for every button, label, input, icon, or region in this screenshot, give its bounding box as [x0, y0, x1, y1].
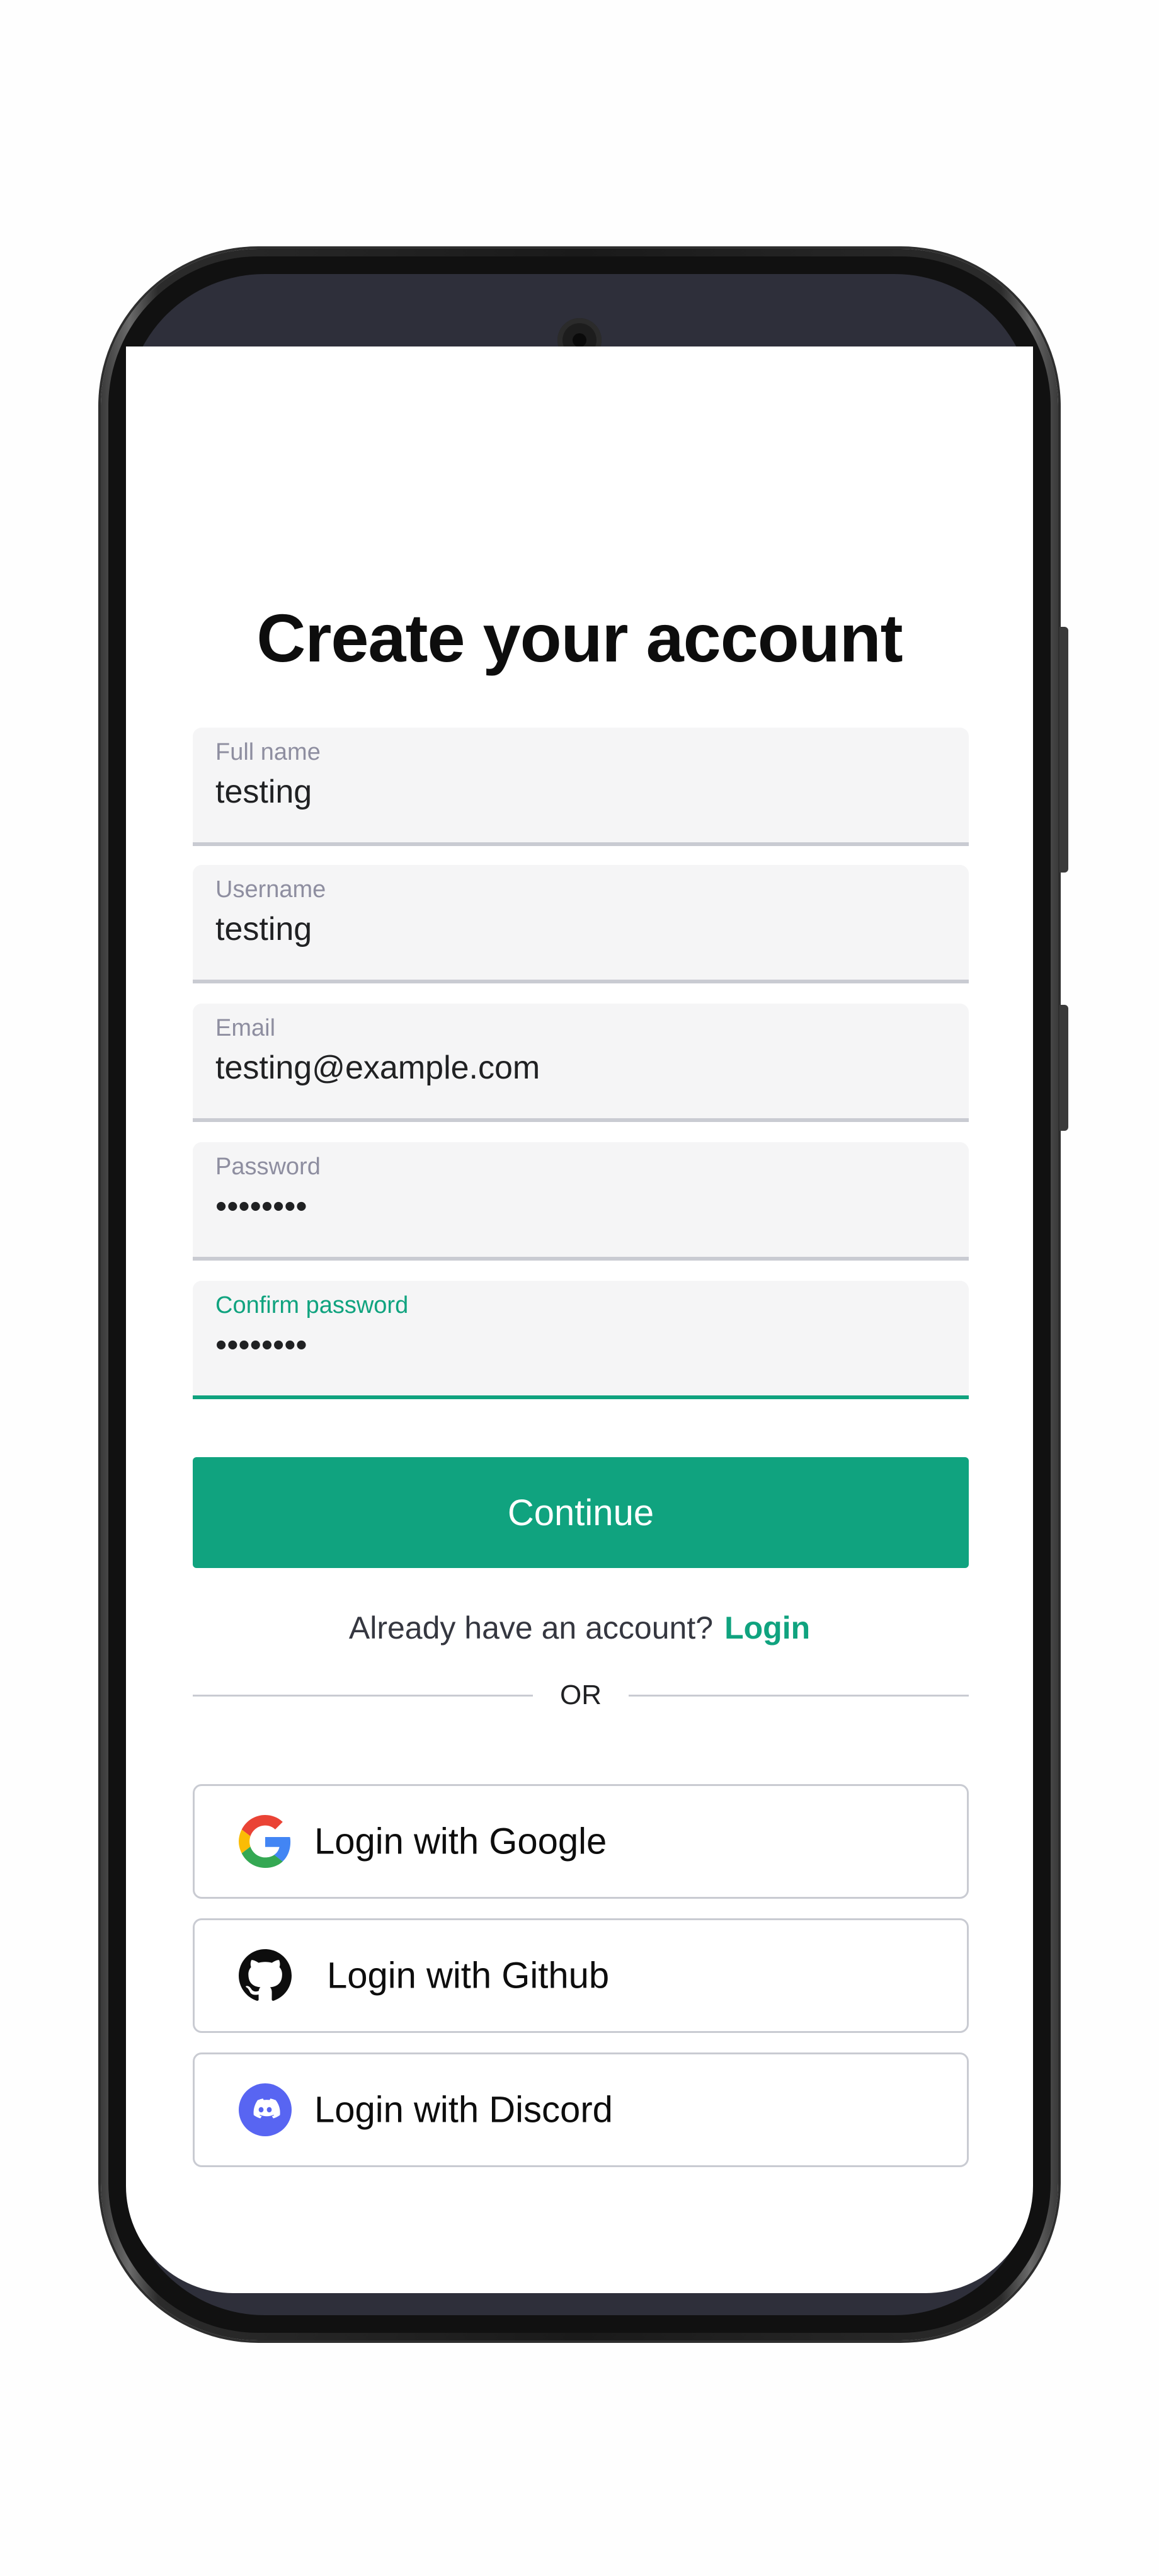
login-google-button[interactable]: Login with Google [193, 1784, 969, 1899]
discord-label: Login with Discord [314, 2089, 613, 2131]
full-name-input[interactable] [215, 773, 946, 811]
login-discord-button[interactable]: Login with Discord [193, 2052, 969, 2167]
app-screen: Create your account Full name Username E… [126, 346, 1033, 2293]
full-name-label: Full name [215, 739, 321, 765]
github-icon [239, 1949, 292, 2001]
confirm-password-field[interactable]: Confirm password •••••••• [193, 1281, 969, 1399]
confirm-password-label: Confirm password [215, 1292, 409, 1319]
username-input[interactable] [215, 910, 946, 948]
full-name-field[interactable]: Full name [193, 728, 969, 846]
google-label: Login with Google [314, 1821, 607, 1862]
or-divider: OR [193, 1676, 969, 1714]
email-field[interactable]: Email [193, 1004, 969, 1122]
login-prompt: Already have an account? Login [126, 1610, 1033, 1646]
username-label: Username [215, 876, 326, 903]
login-prompt-text: Already have an account? [348, 1610, 714, 1646]
password-label: Password [215, 1153, 321, 1180]
divider-line-right [629, 1695, 969, 1697]
github-label: Login with Github [327, 1955, 610, 1996]
continue-button[interactable]: Continue [193, 1457, 969, 1568]
email-label: Email [215, 1015, 276, 1041]
google-icon [239, 1815, 291, 1868]
power-button [1059, 1005, 1068, 1131]
login-github-button[interactable]: Login with Github [193, 1918, 969, 2033]
discord-icon [239, 2083, 292, 2136]
page-title: Create your account [256, 600, 903, 676]
email-input[interactable] [215, 1049, 946, 1087]
password-input[interactable]: •••••••• [215, 1188, 946, 1225]
confirm-password-input[interactable]: •••••••• [215, 1326, 946, 1364]
login-link[interactable]: Login [724, 1610, 810, 1646]
volume-button [1059, 627, 1068, 873]
password-field[interactable]: Password •••••••• [193, 1142, 969, 1261]
username-field[interactable]: Username [193, 865, 969, 983]
